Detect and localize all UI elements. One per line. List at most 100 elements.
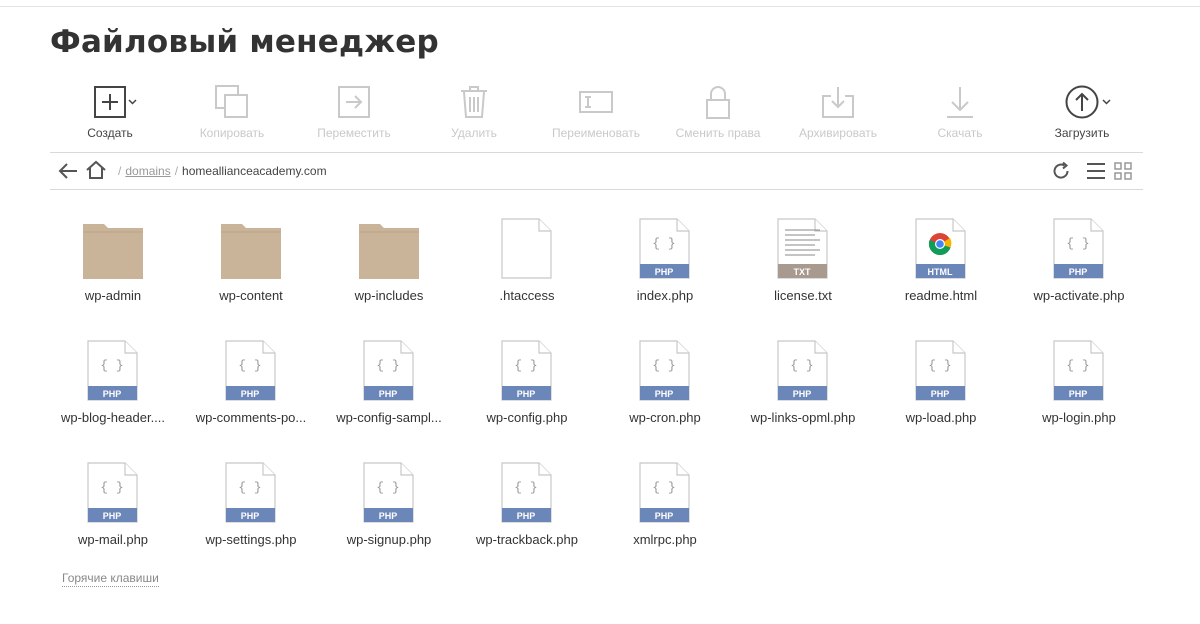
create-button[interactable]: Создать: [50, 80, 170, 146]
file-item[interactable]: { } PHP wp-login.php: [1010, 340, 1148, 440]
file-icon-wrap: { } PHP: [501, 340, 553, 402]
breadcrumb-separator: /: [118, 164, 122, 178]
file-item[interactable]: .htaccess: [458, 218, 596, 318]
file-item[interactable]: { } PHP wp-activate.php: [1010, 218, 1148, 318]
back-arrow-icon[interactable]: [58, 161, 78, 181]
file-icon-wrap: { } PHP: [363, 462, 415, 524]
file-item[interactable]: TXT license.txt: [734, 218, 872, 318]
svg-text:{ }: { }: [238, 480, 261, 495]
file-item[interactable]: { } PHP wp-links-opml.php: [734, 340, 872, 440]
file-badge-text: PHP: [655, 267, 674, 277]
file-item[interactable]: { } PHP xmlrpc.php: [596, 462, 734, 562]
file-icon-wrap: [358, 218, 420, 280]
file-item[interactable]: { } PHP wp-settings.php: [182, 462, 320, 562]
file-icon-wrap: { } PHP: [915, 340, 967, 402]
rename-label: Переименовать: [552, 126, 640, 140]
home-icon[interactable]: [86, 160, 106, 180]
svg-text:{ }: { }: [100, 480, 123, 495]
copy-button[interactable]: Копировать: [172, 80, 292, 146]
folder-item[interactable]: wp-includes: [320, 218, 458, 318]
svg-text:{ }: { }: [514, 480, 537, 495]
file-icon-wrap: TXT: [777, 218, 829, 280]
grid-view-icon[interactable]: [1114, 162, 1132, 180]
file-name: .htaccess: [499, 288, 555, 303]
svg-text:{ }: { }: [1066, 358, 1089, 373]
svg-text:{ }: { }: [238, 358, 261, 373]
refresh-icon[interactable]: [1051, 161, 1071, 181]
file-item[interactable]: { } PHP wp-mail.php: [44, 462, 182, 562]
folder-item[interactable]: wp-admin: [44, 218, 182, 318]
breadcrumb-current: homealliancеacademy.com: [182, 164, 327, 178]
file-item[interactable]: { } PHP wp-signup.php: [320, 462, 458, 562]
chevron-down-icon[interactable]: [128, 99, 137, 105]
list-view-icon[interactable]: [1086, 162, 1106, 180]
file-badge-text: PHP: [103, 389, 122, 399]
svg-text:{ }: { }: [928, 358, 951, 373]
file-badge-text: PHP: [379, 389, 398, 399]
php-file-icon: { } PHP: [363, 340, 414, 401]
php-file-icon: { } PHP: [639, 340, 690, 401]
php-file-icon: { } PHP: [363, 462, 414, 523]
file-icon-wrap: { } PHP: [639, 462, 691, 524]
download-label: Скачать: [937, 126, 983, 140]
file-item[interactable]: { } PHP wp-load.php: [872, 340, 1010, 440]
svg-text:{ }: { }: [376, 480, 399, 495]
php-file-icon: { } PHP: [87, 340, 138, 401]
file-item[interactable]: { } PHP wp-comments-po...: [182, 340, 320, 440]
file-item[interactable]: { } PHP wp-config-sampl...: [320, 340, 458, 440]
file-icon-wrap: { } PHP: [501, 462, 553, 524]
file-badge-text: PHP: [379, 511, 398, 521]
download-button[interactable]: Скачать: [900, 80, 1020, 146]
plus-square-icon: [94, 86, 126, 118]
file-name: wp-login.php: [1042, 410, 1116, 425]
breadcrumb-link-domains[interactable]: domains: [125, 164, 170, 178]
archive-button[interactable]: Архивировать: [778, 80, 898, 146]
lock-icon: [706, 86, 730, 119]
file-item[interactable]: { } PHP wp-cron.php: [596, 340, 734, 440]
chevron-down-icon[interactable]: [1102, 99, 1111, 105]
svg-text:{ }: { }: [376, 358, 399, 373]
file-name: index.php: [636, 288, 694, 303]
delete-button[interactable]: Удалить: [414, 80, 534, 146]
file-name: xmlrpc.php: [633, 532, 697, 547]
breadcrumb: / domains / homealliancеacademy.com: [114, 164, 327, 178]
file-badge-text: PHP: [931, 389, 950, 399]
change-permissions-label: Сменить права: [675, 126, 761, 140]
file-badge-text: PHP: [517, 389, 536, 399]
file-badge-text: PHP: [1069, 389, 1088, 399]
file-badge-text: HTML: [928, 267, 953, 277]
php-file-icon: { } PHP: [87, 462, 138, 523]
change-permissions-button[interactable]: Сменить права: [658, 80, 778, 146]
file-icon-wrap: { } PHP: [225, 340, 277, 402]
php-file-icon: { } PHP: [501, 462, 552, 523]
file-icon-wrap: { } PHP: [639, 218, 691, 280]
hotkeys-link[interactable]: Горячие клавиши: [62, 571, 159, 587]
php-file-icon: { } PHP: [1053, 340, 1104, 401]
move-button[interactable]: Переместить: [294, 80, 414, 146]
file-item[interactable]: { } PHP index.php: [596, 218, 734, 318]
file-item[interactable]: { } PHP wp-trackback.php: [458, 462, 596, 562]
file-name: wp-activate.php: [1033, 288, 1125, 303]
file-name: wp-settings.php: [205, 532, 297, 547]
file-item[interactable]: HTML readme.html: [872, 218, 1010, 318]
download-icon: [947, 87, 973, 118]
html-file-icon: HTML: [915, 218, 966, 279]
upload-button[interactable]: Загрузить: [1022, 80, 1142, 146]
move-label: Переместить: [317, 126, 391, 140]
upload-circle-icon: [1065, 85, 1099, 119]
file-icon-wrap: { } PHP: [639, 340, 691, 402]
file-name: wp-blog-header....: [60, 410, 166, 425]
file-item[interactable]: { } PHP wp-blog-header....: [44, 340, 182, 440]
svg-text:{ }: { }: [790, 358, 813, 373]
file-name: wp-content: [219, 288, 283, 303]
file-icon-wrap: [82, 218, 144, 280]
file-item[interactable]: { } PHP wp-config.php: [458, 340, 596, 440]
php-file-icon: { } PHP: [639, 218, 690, 279]
folder-item[interactable]: wp-content: [182, 218, 320, 318]
svg-text:{ }: { }: [100, 358, 123, 373]
archive-icon: [822, 87, 854, 118]
file-icon-wrap: [220, 218, 282, 280]
file-badge-text: PHP: [655, 511, 674, 521]
rename-button[interactable]: Переименовать: [536, 80, 656, 146]
rename-icon: [579, 91, 613, 113]
